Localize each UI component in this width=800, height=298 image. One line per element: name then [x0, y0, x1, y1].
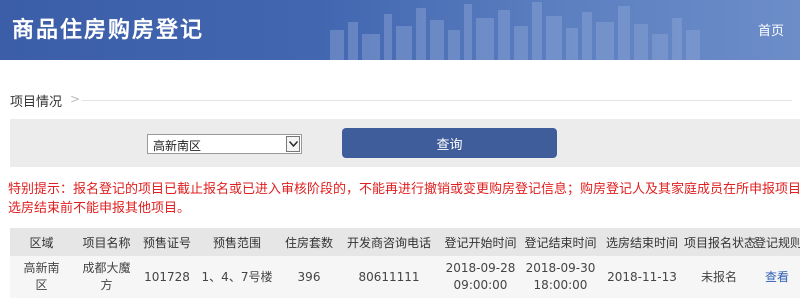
cell-region: 高新南区	[10, 256, 73, 298]
view-rules-link[interactable]: 查看	[754, 256, 800, 298]
region-select[interactable]: 高新南区	[147, 134, 302, 154]
column-header: 预售证号	[140, 228, 194, 256]
table-row: 高新南区 成都大魔方 101728 1、4、7号楼 396 80611111 2…	[10, 256, 800, 298]
cell-reg-start-time: 09:00:00	[453, 278, 508, 292]
notice-line-1: 特别提示：报名登记的项目已截止报名或已进入审核阶段的，不能再进行撤销或变更购房登…	[8, 182, 800, 197]
home-link[interactable]: 首页	[758, 20, 784, 39]
divider	[82, 100, 792, 101]
column-header: 登记结束时间	[521, 228, 600, 256]
cell-reg-end-date: 2018-09-30	[525, 261, 596, 275]
site-title: 商品住房购房登记	[12, 18, 205, 43]
cell-region-line-1: 高新南	[23, 261, 60, 275]
chevron-down-icon[interactable]	[286, 136, 300, 152]
cell-status: 未报名	[684, 256, 754, 298]
column-header: 选房结束时间	[600, 228, 684, 256]
column-header: 项目报名状态	[684, 228, 756, 256]
column-header: 预售范围	[194, 228, 280, 256]
cell-selection-end: 2018-11-13	[600, 256, 684, 298]
chevron-right-icon: >	[70, 92, 81, 106]
column-header: 住房套数	[280, 228, 338, 256]
notice-line-2: 选房结束前不能申报其他项目。	[8, 201, 191, 216]
project-table: 区域 项目名称 预售证号 预售范围 住房套数 开发商咨询电话 登记开始时间 登记…	[10, 228, 800, 298]
table-header-row: 区域 项目名称 预售证号 预售范围 住房套数 开发商咨询电话 登记开始时间 登记…	[10, 228, 800, 256]
cell-region-line-2: 区	[35, 278, 48, 292]
column-header: 开发商咨询电话	[338, 228, 440, 256]
column-header: 区域	[10, 228, 73, 256]
cell-units: 396	[280, 256, 338, 298]
cell-reg-start: 2018-09-28 09:00:00	[440, 256, 521, 298]
query-button[interactable]: 查询	[342, 128, 557, 158]
cell-presale-no: 101728	[140, 256, 194, 298]
column-header: 项目名称	[73, 228, 140, 256]
notice-text: 特别提示：报名登记的项目已截止报名或已进入审核阶段的，不能再进行撤销或变更购房登…	[8, 180, 800, 218]
column-header: 登记规则	[754, 228, 800, 256]
site-header: 商品住房购房登记 首页	[0, 0, 800, 60]
cell-project-name: 成都大魔方	[73, 256, 140, 298]
cell-presale-scope: 1、4、7号楼	[194, 256, 280, 298]
region-select-value: 高新南区	[153, 139, 202, 153]
cell-project-name-line-1: 成都大魔	[82, 261, 131, 275]
column-header: 登记开始时间	[440, 228, 521, 256]
breadcrumb: 项目情况	[10, 95, 63, 110]
cell-reg-start-date: 2018-09-28	[445, 261, 516, 275]
cell-reg-end: 2018-09-30 18:00:00	[521, 256, 600, 298]
cell-reg-end-time: 18:00:00	[533, 278, 588, 292]
cell-phone: 80611111	[338, 256, 440, 298]
cell-project-name-line-2: 方	[100, 278, 113, 292]
